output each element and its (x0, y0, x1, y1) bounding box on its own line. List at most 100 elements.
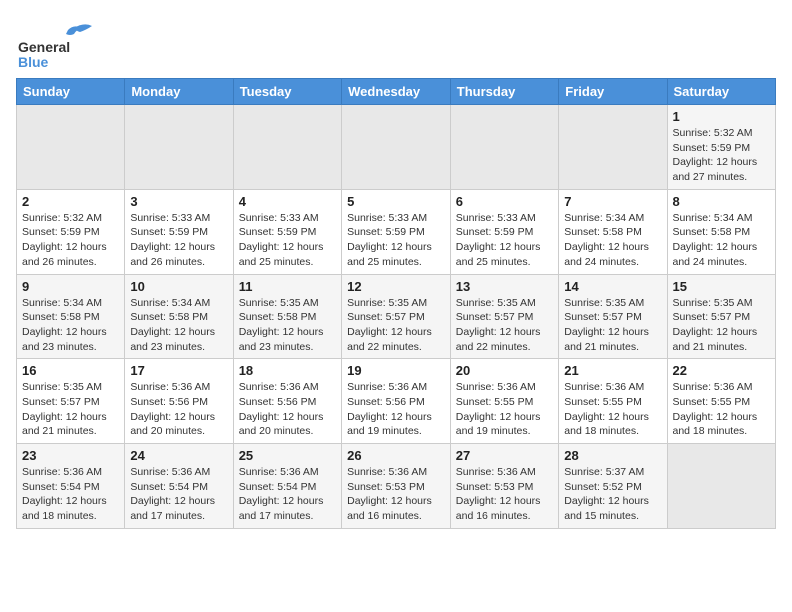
day-number: 16 (22, 363, 119, 378)
day-info: Sunrise: 5:35 AM Sunset: 5:58 PM Dayligh… (239, 296, 336, 355)
calendar-cell: 13Sunrise: 5:35 AM Sunset: 5:57 PM Dayli… (450, 274, 558, 359)
day-number: 7 (564, 194, 661, 209)
day-number: 20 (456, 363, 553, 378)
day-number: 13 (456, 279, 553, 294)
day-info: Sunrise: 5:35 AM Sunset: 5:57 PM Dayligh… (564, 296, 661, 355)
day-number: 19 (347, 363, 445, 378)
logo-icon: General Blue (16, 20, 106, 70)
calendar-cell: 23 Sunrise: 5:36 AM Sunset: 5:54 PM Dayli… (17, 444, 125, 529)
day-number: 8 (673, 194, 771, 209)
day-number: 5 (347, 194, 445, 209)
calendar-body: 1Sunrise: 5:32 AM Sunset: 5:59 PM Daylig… (17, 105, 776, 529)
calendar-cell: 27 Sunrise: 5:36 AM Sunset: 5:53 PM Dayli… (450, 444, 558, 529)
calendar-cell: 9 Sunrise: 5:34 AM Sunset: 5:58 PM Daylig… (17, 274, 125, 359)
calendar-cell (17, 105, 125, 190)
day-info: Sunrise: 5:35 AM Sunset: 5:57 PM Dayligh… (673, 296, 771, 355)
day-info: Sunrise: 5:37 AM Sunset: 5:52 PM Dayligh… (564, 465, 661, 524)
svg-text:General: General (18, 39, 70, 55)
day-number: 15 (673, 279, 771, 294)
day-info: Sunrise: 5:34 AM Sunset: 5:58 PM Dayligh… (564, 211, 661, 270)
day-number: 2 (22, 194, 119, 209)
calendar-cell: 7 Sunrise: 5:34 AM Sunset: 5:58 PM Daylig… (559, 189, 667, 274)
calendar-cell: 3Sunrise: 5:33 AM Sunset: 5:59 PM Daylig… (125, 189, 233, 274)
calendar-cell: 2 Sunrise: 5:32 AM Sunset: 5:59 PM Daylig… (17, 189, 125, 274)
day-number: 4 (239, 194, 336, 209)
day-number: 24 (130, 448, 227, 463)
calendar-cell: 20 Sunrise: 5:36 AM Sunset: 5:55 PM Dayli… (450, 359, 558, 444)
day-info: Sunrise: 5:36 AM Sunset: 5:54 PM Dayligh… (22, 465, 119, 524)
day-number: 12 (347, 279, 445, 294)
day-info: Sunrise: 5:32 AM Sunset: 5:59 PM Dayligh… (22, 211, 119, 270)
calendar-header: SundayMondayTuesdayWednesdayThursdayFrid… (17, 79, 776, 105)
calendar-week-2: 2 Sunrise: 5:32 AM Sunset: 5:59 PM Daylig… (17, 189, 776, 274)
calendar-table: SundayMondayTuesdayWednesdayThursdayFrid… (16, 78, 776, 529)
svg-text:Blue: Blue (18, 54, 49, 70)
day-number: 21 (564, 363, 661, 378)
calendar-cell: 25Sunrise: 5:36 AM Sunset: 5:54 PM Dayli… (233, 444, 341, 529)
day-header-thursday: Thursday (450, 79, 558, 105)
day-number: 22 (673, 363, 771, 378)
calendar-cell (667, 444, 776, 529)
calendar-cell: 14Sunrise: 5:35 AM Sunset: 5:57 PM Dayli… (559, 274, 667, 359)
calendar-cell (559, 105, 667, 190)
calendar-cell (233, 105, 341, 190)
day-number: 9 (22, 279, 119, 294)
day-number: 6 (456, 194, 553, 209)
calendar-cell: 21 Sunrise: 5:36 AM Sunset: 5:55 PM Dayli… (559, 359, 667, 444)
logo: General Blue (16, 20, 106, 70)
day-header-tuesday: Tuesday (233, 79, 341, 105)
day-info: Sunrise: 5:36 AM Sunset: 5:56 PM Dayligh… (130, 380, 227, 439)
day-number: 11 (239, 279, 336, 294)
calendar-cell: 24 Sunrise: 5:36 AM Sunset: 5:54 PM Dayli… (125, 444, 233, 529)
calendar-cell: 10 Sunrise: 5:34 AM Sunset: 5:58 PM Dayli… (125, 274, 233, 359)
day-info: Sunrise: 5:36 AM Sunset: 5:55 PM Dayligh… (456, 380, 553, 439)
calendar-cell: 17 Sunrise: 5:36 AM Sunset: 5:56 PM Dayli… (125, 359, 233, 444)
day-info: Sunrise: 5:36 AM Sunset: 5:56 PM Dayligh… (239, 380, 336, 439)
day-number: 17 (130, 363, 227, 378)
day-number: 25 (239, 448, 336, 463)
day-info: Sunrise: 5:33 AM Sunset: 5:59 PM Dayligh… (130, 211, 227, 270)
day-info: Sunrise: 5:34 AM Sunset: 5:58 PM Dayligh… (130, 296, 227, 355)
day-header-friday: Friday (559, 79, 667, 105)
day-number: 23 (22, 448, 119, 463)
calendar-cell: 1Sunrise: 5:32 AM Sunset: 5:59 PM Daylig… (667, 105, 776, 190)
day-info: Sunrise: 5:36 AM Sunset: 5:55 PM Dayligh… (564, 380, 661, 439)
calendar-cell: 18 Sunrise: 5:36 AM Sunset: 5:56 PM Dayli… (233, 359, 341, 444)
calendar-cell: 4Sunrise: 5:33 AM Sunset: 5:59 PM Daylig… (233, 189, 341, 274)
day-number: 18 (239, 363, 336, 378)
day-number: 10 (130, 279, 227, 294)
calendar-cell (125, 105, 233, 190)
day-header-row: SundayMondayTuesdayWednesdayThursdayFrid… (17, 79, 776, 105)
calendar-cell: 8 Sunrise: 5:34 AM Sunset: 5:58 PM Daylig… (667, 189, 776, 274)
calendar-week-3: 9 Sunrise: 5:34 AM Sunset: 5:58 PM Daylig… (17, 274, 776, 359)
day-header-saturday: Saturday (667, 79, 776, 105)
day-info: Sunrise: 5:35 AM Sunset: 5:57 PM Dayligh… (347, 296, 445, 355)
day-header-monday: Monday (125, 79, 233, 105)
calendar-cell: 19 Sunrise: 5:36 AM Sunset: 5:56 PM Dayli… (342, 359, 451, 444)
calendar-cell (342, 105, 451, 190)
day-info: Sunrise: 5:34 AM Sunset: 5:58 PM Dayligh… (673, 211, 771, 270)
page-header: General Blue (16, 16, 776, 70)
calendar-cell: 12 Sunrise: 5:35 AM Sunset: 5:57 PM Dayli… (342, 274, 451, 359)
calendar-cell: 28 Sunrise: 5:37 AM Sunset: 5:52 PM Dayli… (559, 444, 667, 529)
calendar-week-5: 23 Sunrise: 5:36 AM Sunset: 5:54 PM Dayli… (17, 444, 776, 529)
calendar-cell: 22 Sunrise: 5:36 AM Sunset: 5:55 PM Dayli… (667, 359, 776, 444)
day-info: Sunrise: 5:34 AM Sunset: 5:58 PM Dayligh… (22, 296, 119, 355)
calendar-cell: 15 Sunrise: 5:35 AM Sunset: 5:57 PM Dayli… (667, 274, 776, 359)
day-info: Sunrise: 5:36 AM Sunset: 5:56 PM Dayligh… (347, 380, 445, 439)
day-info: Sunrise: 5:36 AM Sunset: 5:53 PM Dayligh… (347, 465, 445, 524)
calendar-cell: 5Sunrise: 5:33 AM Sunset: 5:59 PM Daylig… (342, 189, 451, 274)
day-info: Sunrise: 5:33 AM Sunset: 5:59 PM Dayligh… (456, 211, 553, 270)
day-number: 28 (564, 448, 661, 463)
day-number: 27 (456, 448, 553, 463)
calendar-cell (450, 105, 558, 190)
day-info: Sunrise: 5:36 AM Sunset: 5:54 PM Dayligh… (130, 465, 227, 524)
day-header-wednesday: Wednesday (342, 79, 451, 105)
day-info: Sunrise: 5:32 AM Sunset: 5:59 PM Dayligh… (673, 126, 771, 185)
calendar-week-4: 16Sunrise: 5:35 AM Sunset: 5:57 PM Dayli… (17, 359, 776, 444)
day-info: Sunrise: 5:36 AM Sunset: 5:53 PM Dayligh… (456, 465, 553, 524)
calendar-cell: 11 Sunrise: 5:35 AM Sunset: 5:58 PM Dayli… (233, 274, 341, 359)
calendar-cell: 16Sunrise: 5:35 AM Sunset: 5:57 PM Dayli… (17, 359, 125, 444)
calendar-cell: 26Sunrise: 5:36 AM Sunset: 5:53 PM Dayli… (342, 444, 451, 529)
day-info: Sunrise: 5:36 AM Sunset: 5:55 PM Dayligh… (673, 380, 771, 439)
